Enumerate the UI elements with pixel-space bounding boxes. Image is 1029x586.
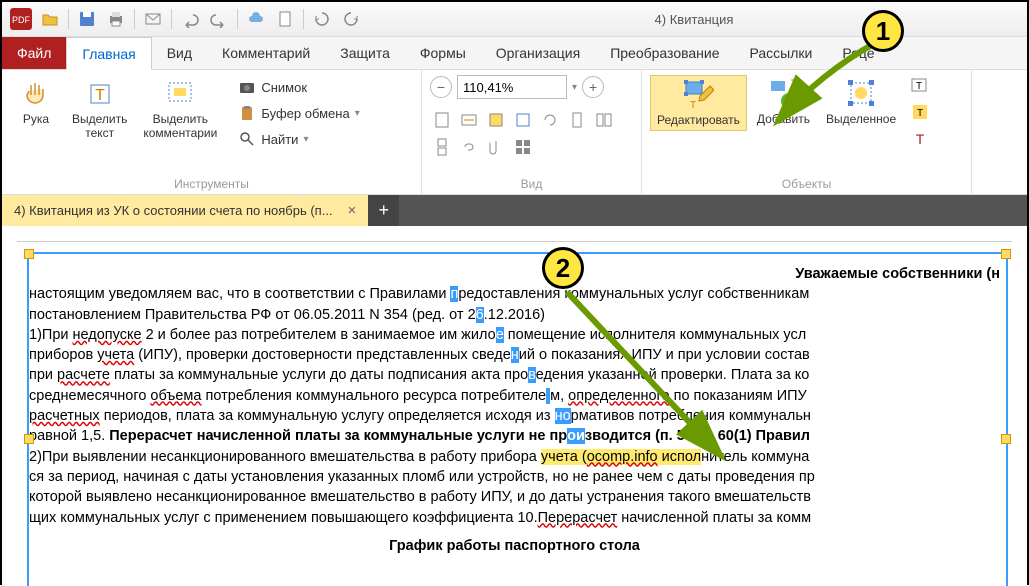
edit-button[interactable]: T Редактировать: [650, 75, 747, 131]
tab-mail[interactable]: Рассылки: [735, 37, 828, 69]
view-icon-grid: [430, 108, 640, 159]
rotate-icon[interactable]: [538, 108, 562, 132]
svg-text:PDF: PDF: [12, 15, 31, 25]
hand-icon: [20, 78, 52, 110]
undo-icon[interactable]: [177, 6, 203, 32]
snapshot-button[interactable]: Снимок: [233, 75, 364, 99]
select-comments-button[interactable]: Выделить комментарии: [137, 75, 223, 144]
svg-text:T: T: [690, 100, 696, 111]
svg-text:+: +: [785, 93, 793, 109]
svg-text:T: T: [917, 108, 923, 119]
tab-file[interactable]: Файл: [2, 37, 66, 69]
app-icon: PDF: [8, 6, 34, 32]
close-tab-icon[interactable]: ×: [348, 202, 357, 219]
handle-tr[interactable]: [1001, 249, 1011, 259]
handle-ml[interactable]: [24, 434, 34, 444]
page-double-icon[interactable]: [592, 108, 616, 132]
tab-forms[interactable]: Формы: [405, 37, 481, 69]
doc-icon[interactable]: [272, 6, 298, 32]
doc-tab-active[interactable]: 4) Квитанция из УК о состоянии счета по …: [2, 195, 368, 226]
clipboard-button[interactable]: Буфер обмена▾: [233, 101, 364, 125]
add-icon: T+: [767, 78, 799, 110]
group-view-label: Вид: [430, 175, 633, 191]
cloud-icon[interactable]: [243, 6, 269, 32]
select-text-button[interactable]: T Выделить текст: [66, 75, 133, 144]
mail-icon[interactable]: [140, 6, 166, 32]
page-single-icon[interactable]: [565, 108, 589, 132]
edit-icon: T: [682, 79, 714, 111]
tab-comment[interactable]: Комментарий: [207, 37, 325, 69]
doc-tab-label: 4) Квитанция из УК о состоянии счета по …: [14, 203, 333, 218]
clipboard-icon: [238, 104, 256, 122]
print-icon[interactable]: [103, 6, 129, 32]
redo-icon[interactable]: [206, 6, 232, 32]
handle-tl[interactable]: [24, 249, 34, 259]
select-comments-icon: [164, 78, 196, 110]
svg-text:T: T: [95, 87, 105, 104]
rotate-left-icon[interactable]: [309, 6, 335, 32]
selected-button[interactable]: Выделенное: [820, 75, 902, 129]
zoom-dropdown[interactable]: ▾: [572, 82, 577, 93]
svg-text:T: T: [916, 81, 922, 92]
zoom-out-button[interactable]: −: [430, 76, 452, 98]
fit-visible-icon[interactable]: [484, 108, 508, 132]
callout-1: 1: [862, 10, 904, 52]
fit-width-icon[interactable]: [457, 108, 481, 132]
reflow-icon[interactable]: [511, 108, 535, 132]
tab-convert[interactable]: Преобразование: [595, 37, 734, 69]
document-area: Уважаемые собственники (н настоящим увед…: [2, 226, 1027, 586]
tab-main[interactable]: Главная: [66, 37, 151, 70]
tab-organize[interactable]: Организация: [481, 37, 595, 69]
select-text-icon: T: [84, 78, 116, 110]
obj-misc3-icon[interactable]: T: [910, 129, 930, 154]
ribbon-panel: Рука T Выделить текст Выделить комментар…: [2, 70, 1027, 195]
find-button[interactable]: Найти▾: [233, 127, 364, 151]
grid-icon[interactable]: [511, 135, 535, 159]
fit-page-icon[interactable]: [430, 108, 454, 132]
tab-view[interactable]: Вид: [152, 37, 207, 69]
camera-icon: [238, 78, 256, 96]
search-icon: [238, 130, 256, 148]
page-continuous-icon[interactable]: [430, 135, 454, 159]
svg-text:T: T: [791, 77, 799, 92]
selection-box[interactable]: [27, 252, 1008, 586]
group-objects-label: Объекты: [650, 175, 963, 191]
doc-tabs: 4) Квитанция из УК о состоянии счета по …: [2, 195, 1027, 226]
rotate-right-icon[interactable]: [338, 6, 364, 32]
group-tools-label: Инструменты: [10, 175, 413, 191]
add-button[interactable]: T+ Добавить: [751, 75, 816, 129]
link-icon[interactable]: [457, 135, 481, 159]
attach-icon[interactable]: [484, 135, 508, 159]
svg-text:T: T: [916, 131, 925, 147]
window-title: 4) Квитанция: [367, 12, 1021, 27]
handle-mr[interactable]: [1001, 434, 1011, 444]
zoom-input[interactable]: [457, 75, 567, 99]
tab-protect[interactable]: Защита: [325, 37, 405, 69]
save-icon[interactable]: [74, 6, 100, 32]
obj-misc1-icon[interactable]: T: [910, 75, 930, 100]
zoom-in-button[interactable]: +: [582, 76, 604, 98]
document-page[interactable]: Уважаемые собственники (н настоящим увед…: [17, 241, 1012, 586]
selected-icon: [845, 78, 877, 110]
hand-button[interactable]: Рука: [10, 75, 62, 129]
callout-2: 2: [542, 247, 584, 289]
add-tab-button[interactable]: +: [368, 195, 399, 226]
obj-misc2-icon[interactable]: T: [910, 102, 930, 127]
open-icon[interactable]: [37, 6, 63, 32]
